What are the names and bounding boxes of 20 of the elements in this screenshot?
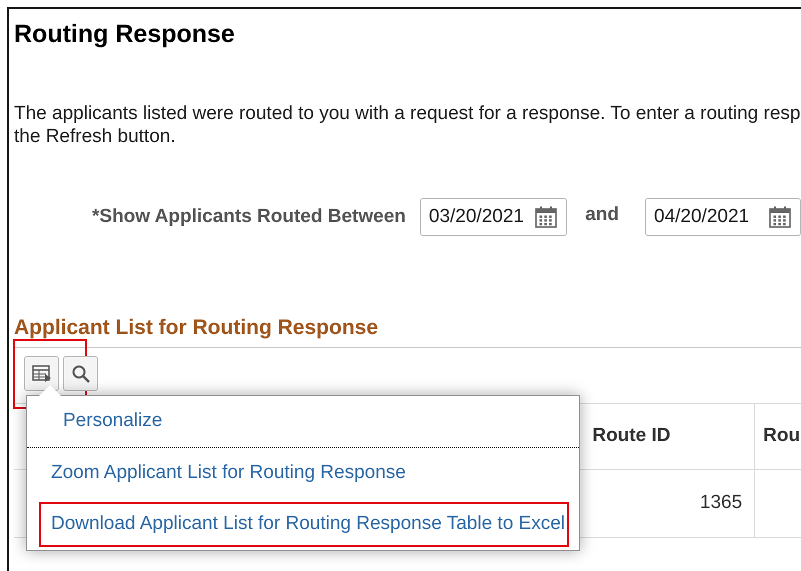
instruction-text: the Refresh button. [14, 125, 176, 148]
and-label: and [585, 202, 619, 227]
search-button[interactable] [63, 356, 98, 391]
column-header: Rou [763, 424, 800, 448]
calendar-icon[interactable] [768, 205, 792, 229]
to-date-field[interactable]: 04/20/2021 [645, 198, 801, 236]
menu-item[interactable]: Download Applicant List for Routing Response Table to Excel [39, 502, 569, 547]
search-icon [70, 364, 90, 384]
section-title: Applicant List for Routing Response [14, 316, 378, 340]
column-header: Route ID [592, 424, 670, 448]
menu-item[interactable]: Zoom Applicant List for Routing Response [39, 451, 418, 496]
date-range-label: *Show Applicants Routed Between [92, 204, 406, 229]
calendar-icon[interactable] [534, 205, 558, 229]
grid-icon [32, 364, 52, 382]
menu-item[interactable]: Personalize [51, 399, 174, 444]
page-title: Routing Response [14, 19, 235, 49]
table-cell-text: 1365 [700, 491, 742, 516]
grid-menu-button[interactable] [24, 356, 59, 391]
instruction-text: The applicants listed were routed to you with a request for a response. To enter a routing resp [14, 102, 800, 125]
from-date-field[interactable]: 03/20/2021 [420, 198, 568, 236]
